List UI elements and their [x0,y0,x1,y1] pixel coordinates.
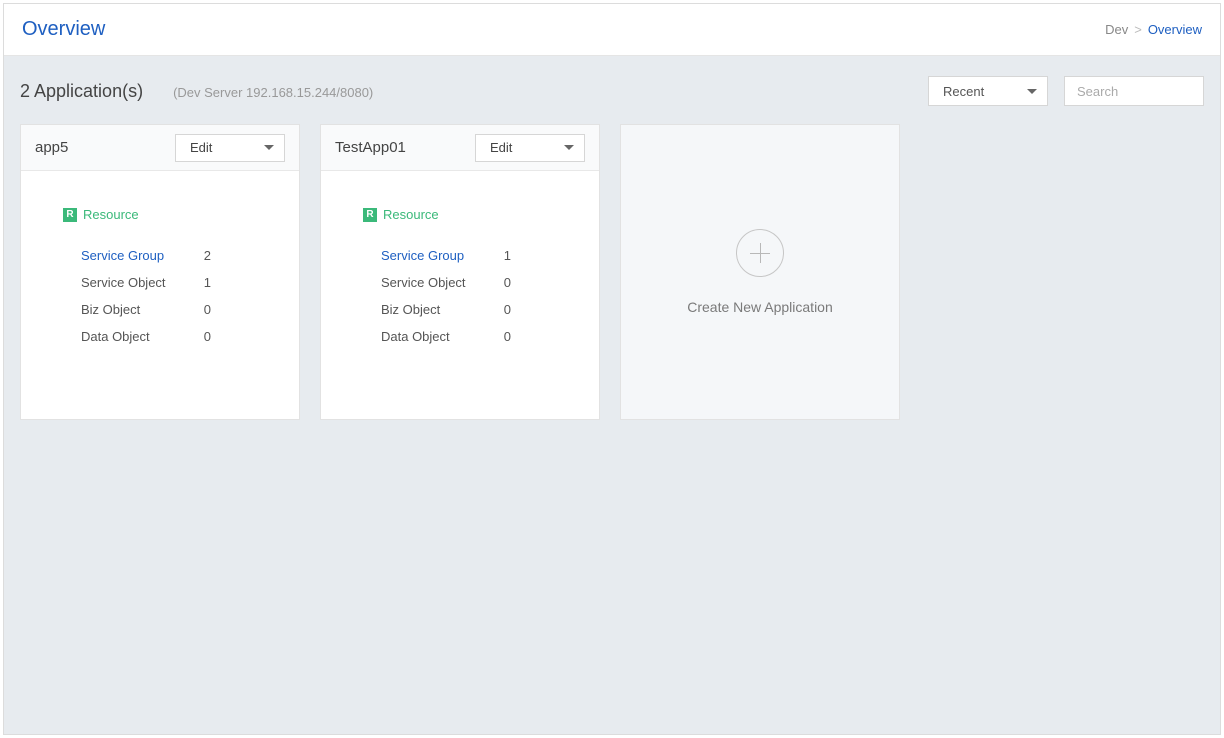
chevron-down-icon [1027,89,1037,94]
stat-value: 0 [504,302,511,317]
app-card: TestApp01 Edit R Resource Service Group [320,124,600,420]
stat-row-data-object: Data Object 0 [81,323,211,350]
stat-label: Biz Object [81,302,140,317]
stat-value: 0 [204,329,211,344]
stat-row-biz-object: Biz Object 0 [81,296,211,323]
stat-value: 0 [504,329,511,344]
stat-value: 0 [504,275,511,290]
app-card-header: TestApp01 Edit [321,125,599,171]
stat-row-biz-object: Biz Object 0 [381,296,511,323]
app-name[interactable]: TestApp01 [335,139,406,156]
subheader-left: 2 Application(s) (Dev Server 192.168.15.… [20,81,373,102]
breadcrumb-sep: > [1134,22,1142,37]
stat-row-service-object: Service Object 1 [81,269,211,296]
edit-label: Edit [490,140,512,155]
resource-badge-icon: R [363,208,377,222]
stat-label: Biz Object [381,302,440,317]
subheader: 2 Application(s) (Dev Server 192.168.15.… [20,76,1204,106]
stats-list: Service Group 1 Service Object 0 Biz Obj… [381,242,575,350]
stat-value: 1 [204,275,211,290]
plus-icon [736,229,784,277]
stat-label: Service Group [81,248,164,263]
stat-row-service-group[interactable]: Service Group 1 [381,242,511,269]
app-card-header: app5 Edit [21,125,299,171]
app-card: app5 Edit R Resource Service Group 2 [20,124,300,420]
app-name[interactable]: app5 [35,139,68,156]
chevron-down-icon [564,145,574,150]
stat-label: Service Group [381,248,464,263]
stat-value: 2 [204,248,211,263]
create-application-label: Create New Application [687,299,833,315]
stat-row-service-object: Service Object 0 [381,269,511,296]
sort-selected-label: Recent [943,84,984,99]
subheader-right: Recent [928,76,1204,106]
stat-label: Service Object [381,275,466,290]
breadcrumb: Dev > Overview [1105,22,1202,37]
app-count-label: 2 Application(s) [20,81,143,102]
chevron-down-icon [264,145,274,150]
page-title: Overview [22,18,105,41]
page-header: Overview Dev > Overview [4,4,1220,56]
server-info: (Dev Server 192.168.15.244/8080) [173,85,373,100]
edit-label: Edit [190,140,212,155]
edit-dropdown[interactable]: Edit [475,134,585,162]
stat-label: Data Object [381,329,450,344]
stat-row-data-object: Data Object 0 [381,323,511,350]
page-body: 2 Application(s) (Dev Server 192.168.15.… [4,56,1220,734]
create-application-card[interactable]: Create New Application [620,124,900,420]
app-card-body: R Resource Service Group 1 Service Objec… [321,171,599,350]
stat-value: 1 [504,248,511,263]
stat-row-service-group[interactable]: Service Group 2 [81,242,211,269]
resource-header: R Resource [63,207,275,222]
search-input[interactable] [1064,76,1204,106]
sort-dropdown[interactable]: Recent [928,76,1048,106]
stat-value: 0 [204,302,211,317]
resource-badge-icon: R [63,208,77,222]
app-card-body: R Resource Service Group 2 Service Objec… [21,171,299,350]
resource-label: Resource [83,207,139,222]
resource-header: R Resource [363,207,575,222]
app-frame: Overview Dev > Overview 2 Application(s)… [3,3,1221,735]
cards-row: app5 Edit R Resource Service Group 2 [20,124,1204,420]
breadcrumb-env[interactable]: Dev [1105,22,1128,37]
breadcrumb-page[interactable]: Overview [1148,22,1202,37]
resource-label: Resource [383,207,439,222]
edit-dropdown[interactable]: Edit [175,134,285,162]
stat-label: Data Object [81,329,150,344]
stats-list: Service Group 2 Service Object 1 Biz Obj… [81,242,275,350]
stat-label: Service Object [81,275,166,290]
